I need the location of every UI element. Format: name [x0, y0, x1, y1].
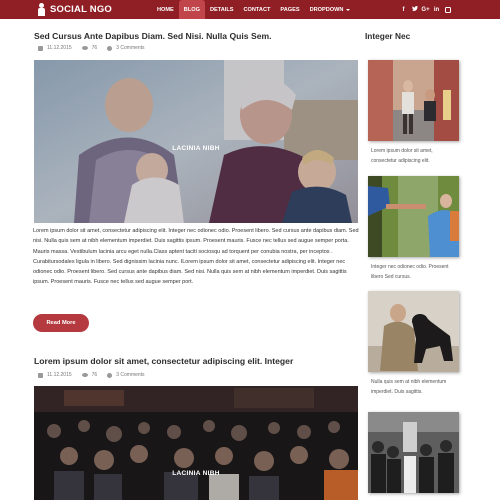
- top-navbar: SOCIAL NGO HOME BLOG DETAILS CONTACT PAG…: [0, 0, 500, 19]
- post-title[interactable]: Sed Cursus Ante Dapibus Diam. Sed Nisi. …: [34, 31, 272, 41]
- nav-item-contact[interactable]: CONTACT: [238, 0, 275, 19]
- nav-item-details[interactable]: DETAILS: [205, 0, 239, 19]
- nav-item-home[interactable]: HOME: [152, 0, 179, 19]
- post-title[interactable]: Lorem ipsum dolor sit amet, consectetur …: [34, 356, 293, 366]
- sidebar-image-street[interactable]: [368, 60, 459, 141]
- calendar-icon: [38, 372, 43, 378]
- person-icon: [37, 3, 46, 16]
- nav-item-blog[interactable]: BLOG: [178, 0, 205, 19]
- comment-icon: [107, 372, 113, 378]
- street-photo: [368, 60, 459, 141]
- post-image-family[interactable]: LACINIA NIBH: [34, 60, 358, 223]
- soldier-dog-photo: [368, 291, 459, 372]
- social-links: f G+ in: [398, 0, 453, 19]
- site-name: SOCIAL NGO: [50, 4, 112, 15]
- post-views: 76: [91, 45, 98, 51]
- sidebar-caption: Nulla quis sem at nibh elementum imperdi…: [371, 379, 447, 396]
- main-menu: HOME BLOG DETAILS CONTACT PAGES DROPDOWN: [152, 0, 355, 19]
- site-logo[interactable]: SOCIAL NGO: [37, 0, 112, 19]
- post-excerpt: Lorem ipsum dolor sit amet, consectetur …: [33, 228, 359, 286]
- post-meta: 11.12.2015 76 3 Comments: [38, 372, 145, 378]
- image-caption: LACINIA NIBH: [172, 145, 220, 152]
- comment-icon: [107, 45, 113, 51]
- sidebar-image-soldier-dog[interactable]: [368, 291, 459, 372]
- sidebar-caption: Lorem ipsum dolor sit amet, consectetur …: [371, 148, 433, 165]
- sidebar-image-community[interactable]: [368, 412, 459, 493]
- sidebar-title: Integer Nec: [365, 31, 411, 41]
- nav-item-dropdown-label: DROPDOWN: [309, 6, 344, 13]
- family-photo: [34, 60, 358, 223]
- hiking-photo: [368, 176, 459, 257]
- crowd-photo: [34, 386, 358, 500]
- post-views: 76: [91, 372, 98, 378]
- calendar-icon: [38, 45, 43, 51]
- post-date: 11.12.2015: [47, 372, 72, 378]
- post-image-crowd[interactable]: LACINIA NIBH: [34, 386, 358, 500]
- read-more-button[interactable]: Read More: [33, 314, 89, 332]
- eye-icon: [81, 46, 88, 50]
- instagram-icon[interactable]: [444, 6, 451, 13]
- google-plus-icon[interactable]: G+: [420, 7, 431, 13]
- post-meta: 11.12.2015 76 3 Comments: [38, 45, 145, 51]
- linkedin-icon[interactable]: in: [431, 7, 442, 13]
- sidebar-image-hands[interactable]: [368, 176, 459, 257]
- image-caption: LACINIA NIBH: [172, 470, 220, 477]
- nav-item-pages[interactable]: PAGES: [275, 0, 304, 19]
- twitter-icon[interactable]: [409, 6, 420, 13]
- post-date: 11.12.2015: [47, 45, 72, 51]
- community-photo: [368, 412, 459, 493]
- chevron-down-icon: [346, 8, 351, 11]
- post-comments[interactable]: 3 Comments: [116, 372, 144, 378]
- sidebar-caption: Integer nec odionec odio. Proesent liber…: [371, 264, 449, 281]
- post-comments[interactable]: 3 Comments: [116, 45, 144, 51]
- eye-icon: [81, 373, 88, 377]
- facebook-icon[interactable]: f: [398, 7, 409, 13]
- nav-item-dropdown[interactable]: DROPDOWN: [305, 0, 356, 19]
